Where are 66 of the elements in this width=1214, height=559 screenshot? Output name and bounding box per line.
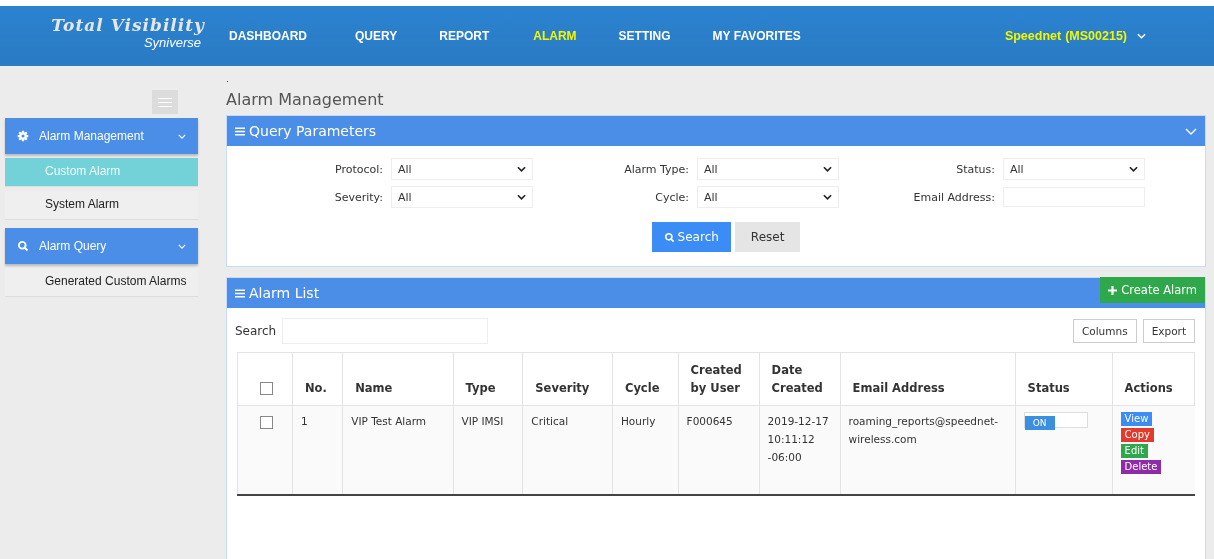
breadcrumb: . <box>226 74 230 84</box>
column-header[interactable]: Date Created <box>759 352 841 406</box>
field-label: Email Address: <box>913 190 995 204</box>
table-cell: 2019-12-17 10:11:12 -06:00 <box>759 405 841 495</box>
chevron-icon <box>178 243 186 249</box>
select-field[interactable]: All <box>391 186 533 208</box>
table-cell: VIP IMSI <box>453 405 523 495</box>
chevron-icon <box>823 166 832 172</box>
table-cell: roaming_reports@speednet-wireless.com <box>840 405 1016 495</box>
table-cell: Critical <box>522 405 613 495</box>
columns-button[interactable]: Columns <box>1072 319 1137 343</box>
select-field[interactable]: All <box>697 158 839 180</box>
column-header[interactable]: No. <box>292 352 343 406</box>
logo-subtitle: Syniverse <box>143 35 201 50</box>
table-cell: 1 <box>292 405 343 495</box>
chevron-icon <box>178 133 186 139</box>
field-label: Alarm Type: <box>624 162 689 176</box>
page-title: Alarm Management <box>226 90 385 109</box>
panel-title: Alarm List <box>249 285 320 301</box>
nav-tab[interactable]: SETTING <box>618 29 713 43</box>
panel-title: Query Parameters <box>249 123 377 139</box>
gear-icon <box>17 130 29 142</box>
field-label: Status: <box>956 162 995 176</box>
search-icon <box>663 231 675 243</box>
column-header[interactable]: Email Address <box>840 352 1016 406</box>
column-header[interactable]: Actions <box>1112 352 1195 406</box>
menu-icon <box>235 126 245 136</box>
column-header[interactable]: Name <box>342 352 453 406</box>
nav-tab[interactable]: ALARM <box>533 29 619 43</box>
chevron-icon <box>1129 166 1138 172</box>
chevron-icon[interactable] <box>1137 33 1146 39</box>
select-field[interactable]: All <box>1003 158 1145 180</box>
search-icon <box>17 240 29 252</box>
table-cell: VIP Test Alarm <box>342 405 453 495</box>
table-cell: Hourly <box>612 405 679 495</box>
select-field[interactable]: All <box>391 158 533 180</box>
nav-tab[interactable]: QUERY <box>355 29 440 43</box>
reset-button[interactable]: Reset <box>734 222 801 252</box>
search-label: Search <box>235 324 277 338</box>
select-field[interactable]: All <box>697 186 839 208</box>
column-header[interactable]: Status <box>1015 352 1113 406</box>
column-header[interactable]: Type <box>453 352 523 406</box>
copy-button[interactable]: Copy <box>1120 428 1154 442</box>
nav-tab[interactable]: REPORT <box>439 29 534 43</box>
account-name[interactable]: Speednet <box>1004 29 1062 43</box>
column-header[interactable]: Severity <box>522 352 613 406</box>
logo-title: Total Visibility <box>51 15 205 35</box>
delete-button[interactable]: Delete <box>1120 460 1162 474</box>
chevron-icon <box>517 194 526 200</box>
row-checkbox[interactable] <box>259 415 273 429</box>
chevron-icon[interactable] <box>1185 127 1197 135</box>
field-label: Protocol: <box>334 162 383 176</box>
menu-icon <box>235 288 245 298</box>
column-header[interactable]: Created by User <box>678 352 760 406</box>
nav-tab[interactable]: MY FAVORITES <box>712 29 826 43</box>
chevron-icon <box>517 166 526 172</box>
select-all-checkbox[interactable] <box>259 382 273 395</box>
field-label: Cycle: <box>655 190 689 204</box>
plus-icon <box>1108 286 1118 295</box>
column-header[interactable]: Cycle <box>612 352 679 406</box>
account-code[interactable]: (MS00215) <box>1065 29 1127 43</box>
table-cell: F000645 <box>678 405 760 495</box>
nav-tab[interactable]: DASHBOARD <box>229 29 355 43</box>
field-label: Severity: <box>334 190 383 204</box>
chevron-icon <box>823 194 832 200</box>
export-button[interactable]: Export <box>1142 319 1195 343</box>
